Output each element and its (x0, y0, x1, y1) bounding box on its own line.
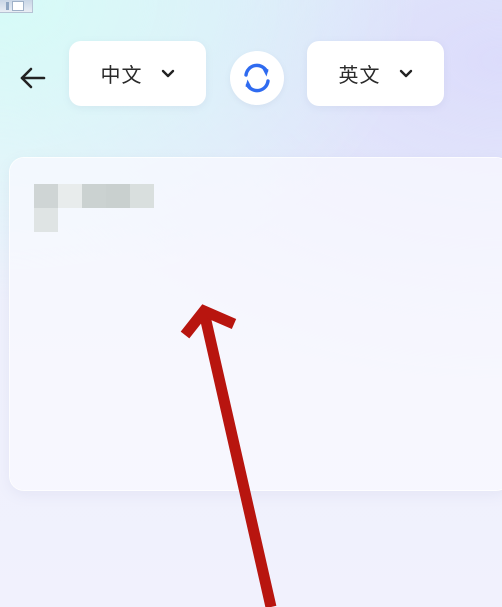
target-language-dropdown[interactable]: 英文 (307, 41, 444, 106)
thumbnail-mark (6, 2, 9, 10)
source-language-dropdown[interactable]: 中文 (69, 41, 206, 106)
redacted-text-block (106, 184, 130, 208)
thumbnail-page (12, 1, 24, 11)
back-button[interactable] (14, 60, 50, 96)
target-language-label: 英文 (338, 63, 381, 87)
redacted-text-block (58, 184, 82, 208)
source-text-card (10, 158, 502, 490)
redacted-text-block (34, 208, 58, 232)
swap-refresh-icon (244, 63, 270, 93)
window-thumbnail (0, 0, 33, 13)
arrow-left-icon (20, 67, 46, 89)
redacted-text-block (130, 184, 154, 208)
swap-languages-button[interactable] (230, 51, 284, 105)
redacted-text-block (34, 184, 58, 208)
chevron-down-icon (399, 67, 413, 81)
chevron-down-icon (161, 67, 175, 81)
source-text-input[interactable] (28, 180, 490, 470)
redacted-text-block (82, 184, 106, 208)
source-language-label: 中文 (100, 63, 143, 87)
